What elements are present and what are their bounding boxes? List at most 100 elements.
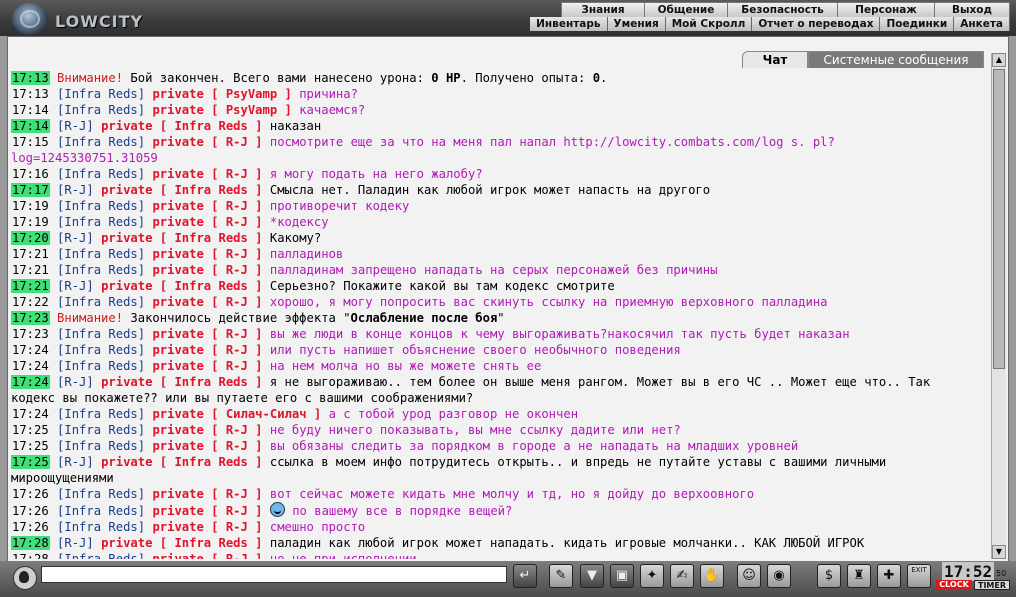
message-sender[interactable]: [Infra Reds] <box>57 263 145 277</box>
private-label[interactable]: private <box>152 263 203 277</box>
scroll-thumb[interactable] <box>993 69 1005 369</box>
private-label[interactable]: private <box>152 103 203 117</box>
message-sender[interactable]: [Infra Reds] <box>57 103 145 117</box>
private-label[interactable]: private <box>152 552 203 559</box>
message-sender[interactable]: [Infra Reds] <box>57 87 145 101</box>
filter-icon[interactable]: ▼ <box>580 564 604 588</box>
private-label[interactable]: private <box>152 487 203 501</box>
message-recipient[interactable]: [ R-J ] <box>211 327 262 341</box>
scroll-down-icon[interactable]: ▼ <box>992 545 1006 559</box>
message-time[interactable]: 17:13 <box>11 87 50 101</box>
message-recipient[interactable]: [ R-J ] <box>211 439 262 453</box>
clear-eraser-icon[interactable]: ✎ <box>549 564 573 588</box>
menu-exit[interactable]: Выход <box>934 2 1010 18</box>
message-recipient[interactable]: [ R-J ] <box>211 167 262 181</box>
private-label[interactable]: private <box>152 199 203 213</box>
message-time[interactable]: 17:17 <box>11 183 50 197</box>
message-sender[interactable]: [R-J] <box>57 536 94 550</box>
private-label[interactable]: private <box>152 167 203 181</box>
message-time[interactable]: 17:24 <box>11 359 50 373</box>
message-sender[interactable]: [Infra Reds] <box>57 343 145 357</box>
menu-skills[interactable]: Умения <box>607 17 666 31</box>
private-label[interactable]: private <box>152 407 203 421</box>
message-time[interactable]: 17:23 <box>11 327 50 341</box>
head-icon[interactable] <box>13 566 37 590</box>
gift-icon[interactable]: ✚ <box>877 564 901 588</box>
message-sender[interactable]: [Infra Reds] <box>57 215 145 229</box>
message-recipient[interactable]: [ R-J ] <box>211 504 262 518</box>
message-recipient[interactable]: [ Infra Reds ] <box>160 119 263 133</box>
hand-icon[interactable]: ✋ <box>700 564 724 588</box>
message-recipient[interactable]: [ PsyVamp ] <box>211 87 292 101</box>
message-sender[interactable]: [Infra Reds] <box>57 487 145 501</box>
edit-pen-icon[interactable]: ✍ <box>670 564 694 588</box>
message-recipient[interactable]: [ R-J ] <box>211 343 262 357</box>
message-recipient[interactable]: [ R-J ] <box>211 552 262 559</box>
message-sender[interactable]: [Infra Reds] <box>57 135 145 149</box>
menu-character[interactable]: Персонаж <box>837 2 934 18</box>
send-button[interactable]: ↵ <box>513 564 537 588</box>
message-time[interactable]: 17:24 <box>11 343 50 357</box>
message-recipient[interactable]: [ Infra Reds ] <box>160 455 263 469</box>
message-sender[interactable]: [Infra Reds] <box>57 327 145 341</box>
menu-my-scroll[interactable]: Мой Скролл <box>665 17 753 31</box>
private-label[interactable]: private <box>101 455 152 469</box>
message-sender[interactable]: [Infra Reds] <box>57 247 145 261</box>
message-recipient[interactable]: [ R-J ] <box>211 135 262 149</box>
private-label[interactable]: private <box>152 215 203 229</box>
message-recipient[interactable]: [ Infra Reds ] <box>160 375 263 389</box>
message-time[interactable]: 17:28 <box>11 552 50 559</box>
message-recipient[interactable]: [ R-J ] <box>211 359 262 373</box>
message-recipient[interactable]: [ R-J ] <box>211 263 262 277</box>
message-sender[interactable]: [R-J] <box>57 183 94 197</box>
clock-button[interactable]: CLOCK <box>936 580 972 590</box>
scroll-up-icon[interactable]: ▲ <box>992 53 1006 67</box>
message-recipient[interactable]: [ Infra Reds ] <box>160 183 263 197</box>
message-time[interactable]: 17:19 <box>11 199 50 213</box>
menu-inventory[interactable]: Инвентарь <box>530 17 608 31</box>
message-sender[interactable]: [Infra Reds] <box>57 359 145 373</box>
message-recipient[interactable]: [ Infra Reds ] <box>160 231 263 245</box>
private-label[interactable]: private <box>101 536 152 550</box>
message-time[interactable]: 17:25 <box>11 439 50 453</box>
message-time[interactable]: 17:19 <box>11 215 50 229</box>
message-sender[interactable]: [Infra Reds] <box>57 167 145 181</box>
message-time[interactable]: 17:24 <box>11 375 50 389</box>
message-recipient[interactable]: [ R-J ] <box>211 247 262 261</box>
message-recipient[interactable]: [ R-J ] <box>211 423 262 437</box>
message-recipient[interactable]: [ R-J ] <box>211 487 262 501</box>
private-label[interactable]: private <box>152 439 203 453</box>
chat-input[interactable] <box>41 566 507 583</box>
message-sender[interactable]: [Infra Reds] <box>57 295 145 309</box>
message-sender[interactable]: [Infra Reds] <box>57 439 145 453</box>
message-recipient[interactable]: [ R-J ] <box>211 520 262 534</box>
message-recipient[interactable]: [ Силач-Силач ] <box>211 407 321 421</box>
message-time[interactable]: 17:26 <box>11 520 50 534</box>
menu-communication[interactable]: Общение <box>644 2 727 18</box>
message-time[interactable]: 17:16 <box>11 167 50 181</box>
message-time[interactable]: 17:21 <box>11 279 50 293</box>
message-time[interactable]: 17:25 <box>11 423 50 437</box>
menu-profile[interactable]: Анкета <box>954 17 1010 31</box>
message-time[interactable]: 17:21 <box>11 247 50 261</box>
timer-button[interactable]: TIMER <box>974 580 1010 590</box>
exit-button[interactable]: EXIT <box>907 564 931 588</box>
message-recipient[interactable]: [ R-J ] <box>211 295 262 309</box>
message-sender[interactable]: [R-J] <box>57 231 94 245</box>
message-sender[interactable]: [Infra Reds] <box>57 199 145 213</box>
message-time[interactable]: 17:22 <box>11 295 50 309</box>
private-label[interactable]: private <box>101 119 152 133</box>
menu-fights[interactable]: Поединки <box>880 17 955 31</box>
save-disk-icon[interactable]: ▣ <box>610 564 634 588</box>
tab-chat[interactable]: Чат <box>742 51 808 68</box>
message-time[interactable]: 17:14 <box>11 103 50 117</box>
private-label[interactable]: private <box>152 87 203 101</box>
camera-icon[interactable]: ◉ <box>767 564 791 588</box>
bag-icon[interactable]: ♜ <box>847 564 871 588</box>
message-time[interactable]: 17:13 <box>11 71 50 85</box>
menu-transfer-report[interactable]: Отчет о переводах <box>752 17 881 31</box>
menu-security[interactable]: Безопасность <box>727 2 837 18</box>
private-label[interactable]: private <box>101 183 152 197</box>
private-label[interactable]: private <box>152 135 203 149</box>
message-sender[interactable]: [R-J] <box>57 375 94 389</box>
